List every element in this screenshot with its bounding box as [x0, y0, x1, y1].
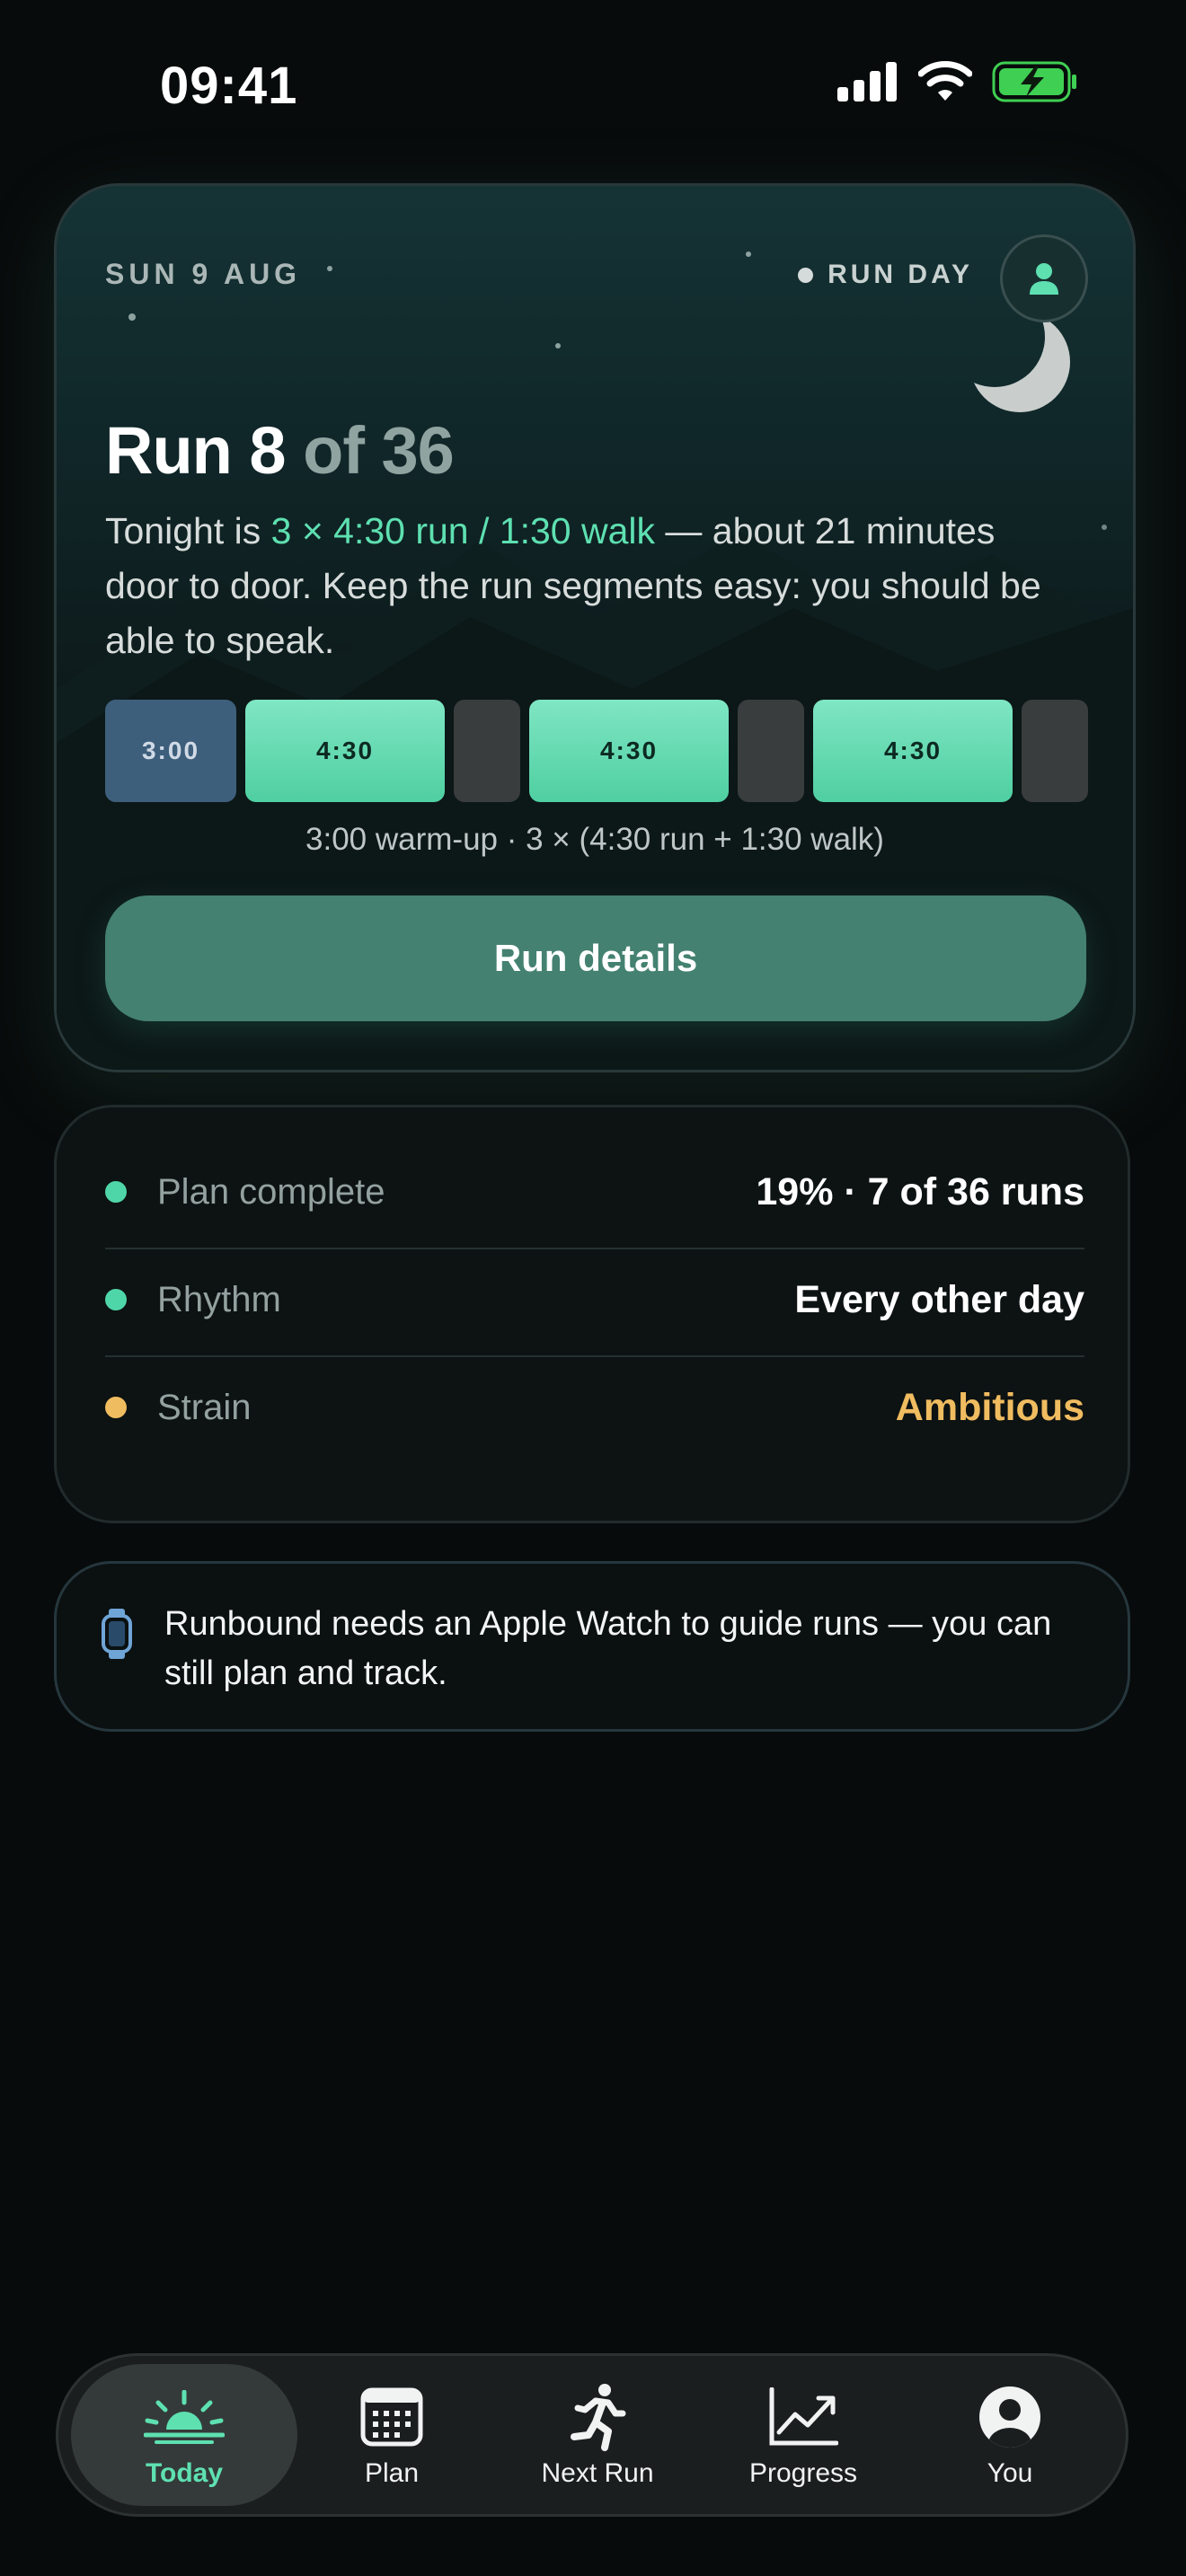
description-prefix: Tonight is: [105, 510, 261, 551]
warmup-segment: 3:00: [105, 700, 236, 802]
apple-watch-notice: Runbound needs an Apple Watch to guide r…: [54, 1561, 1130, 1732]
stat-bullet: [105, 1397, 127, 1418]
run-title: Run 8 of 36: [105, 412, 455, 489]
tab-progress[interactable]: Progress: [700, 2356, 907, 2514]
profile-button[interactable]: [1000, 234, 1088, 322]
walk-segment: [454, 700, 520, 802]
run-segment: 4:30: [813, 700, 1013, 802]
run-total: of 36: [303, 413, 455, 488]
status-bar: 09:41: [0, 0, 1186, 162]
apple-watch-icon: [102, 1609, 132, 1659]
run-number: Run 8: [105, 413, 287, 488]
stat-row: Plan complete 19% · 7 of 36 runs: [105, 1138, 1084, 1246]
stat-divider: [105, 1248, 1084, 1249]
person-icon: [1030, 263, 1058, 295]
runner-icon: [571, 2384, 626, 2451]
tab-next-run[interactable]: Next Run: [494, 2356, 701, 2514]
day-type-dot: [798, 267, 814, 283]
day-type-label: RUN DAY: [828, 260, 973, 289]
tab-label: Today: [145, 2458, 224, 2488]
run-description: Tonight is 3 × 4:30 run / 1:30 walk — ab…: [105, 504, 1075, 668]
tab-label: Plan: [364, 2458, 420, 2488]
tab-label: Progress: [748, 2458, 858, 2488]
sunrise-icon: [144, 2390, 225, 2444]
stat-value: Ambitious: [895, 1385, 1084, 1429]
stat-row: Rhythm Every other day: [105, 1246, 1084, 1354]
tab-label: Next Run: [541, 2458, 654, 2488]
status-icons: [837, 61, 1078, 102]
stat-value: 19% · 7 of 36 runs: [756, 1169, 1084, 1213]
stat-value: Every other day: [794, 1277, 1084, 1321]
today-run-card: SUN 9 AUG RUN DAY Run 8 of 36 Tonight is…: [54, 183, 1136, 1072]
run-segment: 4:30: [529, 700, 729, 802]
run-date: SUN 9 AUG: [105, 258, 302, 290]
stat-row: Strain Ambitious: [105, 1354, 1084, 1461]
tab-plan[interactable]: Plan: [288, 2356, 495, 2514]
tab-bar: Today Plan Next Run Progress You: [56, 2353, 1128, 2517]
stat-bullet: [105, 1181, 127, 1203]
plan-stats-card: Plan complete 19% · 7 of 36 runs Rhythm Eve…: [54, 1105, 1130, 1523]
battery-charging-icon: [992, 61, 1076, 102]
status-time: 09:41: [160, 57, 298, 115]
cellular-signal-icon: [837, 62, 897, 101]
run-details-button[interactable]: Run details: [105, 895, 1086, 1021]
stat-label: Rhythm: [157, 1279, 281, 1319]
person-circle-icon: [979, 2386, 1040, 2448]
tab-label: You: [987, 2458, 1033, 2488]
walk-segment: [738, 700, 804, 802]
day-type-badge: RUN DAY: [798, 260, 973, 290]
walk-segment: [1022, 700, 1088, 802]
tab-you[interactable]: You: [907, 2356, 1113, 2514]
stat-label: Plan complete: [157, 1171, 385, 1212]
interval-timeline: 3:00 4:30 4:30 4:30: [105, 700, 1088, 802]
stat-bullet: [105, 1289, 127, 1310]
stat-divider: [105, 1355, 1084, 1357]
chart-line-icon: [769, 2387, 838, 2446]
stat-label: Strain: [157, 1387, 252, 1427]
run-segment: 4:30: [245, 700, 445, 802]
interval-caption: 3:00 warm-up · 3 × (4:30 run + 1:30 walk…: [305, 822, 884, 857]
notice-text: Runbound needs an Apple Watch to guide r…: [164, 1605, 1052, 1692]
calendar-icon: [360, 2387, 423, 2447]
workout-summary: 3 × 4:30 run / 1:30 walk: [270, 510, 655, 551]
wifi-icon: [918, 61, 972, 101]
tab-today[interactable]: Today: [71, 2364, 297, 2506]
